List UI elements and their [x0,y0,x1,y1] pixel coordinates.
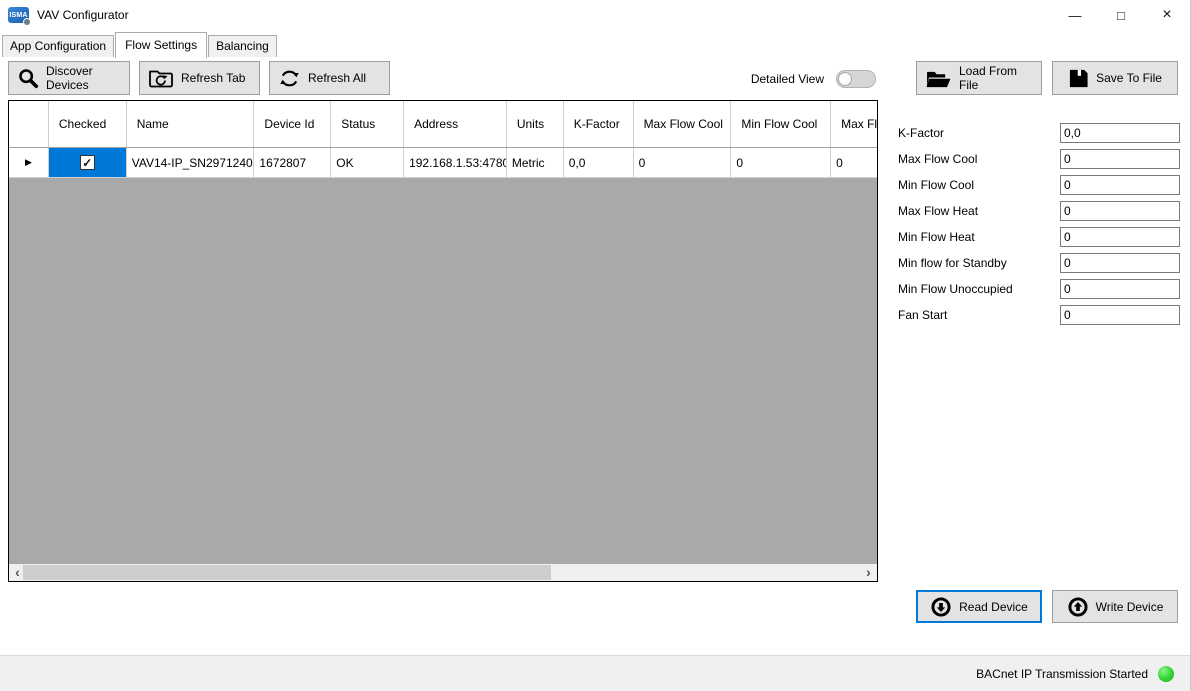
column-header-name[interactable]: Name [127,101,255,147]
toolbar: Discover Devices Refresh Tab [8,61,390,95]
column-header-min-flow-cool[interactable]: Min Flow Cool [731,101,831,147]
upload-circle-icon [1067,596,1089,618]
window-controls: — □ × [1052,0,1190,30]
discover-devices-label: Discover Devices [46,64,121,92]
device-id-cell[interactable]: 1672807 [254,148,331,177]
read-device-button[interactable]: Read Device [916,590,1042,623]
fan-start-label: Fan Start [898,308,1060,322]
write-device-label: Write Device [1096,600,1164,614]
search-icon [17,67,39,89]
scroll-right-icon[interactable]: › [860,564,877,581]
min-flow-standby-field[interactable] [1060,253,1180,273]
detailed-view-toggle[interactable] [836,70,876,88]
save-to-file-label: Save To File [1096,71,1162,85]
name-cell[interactable]: VAV14-IP_SN2971240039 [127,148,255,177]
form-row-min-flow-standby: Min flow for Standby [898,252,1180,274]
app-logo-icon: ISMA [8,7,29,23]
current-row-pointer-icon: ▶ [25,158,32,167]
connection-status-icon [1158,666,1174,682]
tab-app-configuration[interactable]: App Configuration [2,35,114,57]
grid-corner-header [9,101,49,147]
form-row-fan-start: Fan Start [898,304,1180,326]
save-to-file-button[interactable]: Save To File [1052,61,1178,95]
column-header-checked[interactable]: Checked [49,101,127,147]
min-flow-heat-label: Min Flow Heat [898,230,1060,244]
column-header-status[interactable]: Status [331,101,404,147]
refresh-all-label: Refresh All [308,71,366,85]
close-button[interactable]: × [1144,0,1190,30]
min-flow-unoccupied-field[interactable] [1060,279,1180,299]
row-header-cell[interactable]: ▶ [9,148,49,177]
tab-flow-settings[interactable]: Flow Settings [115,32,207,58]
toggle-knob-icon [838,72,852,86]
titlebar: ISMA VAV Configurator — □ × [0,0,1190,30]
status-text: BACnet IP Transmission Started [976,667,1148,681]
form-row-min-flow-heat: Min Flow Heat [898,226,1180,248]
logo-text: ISMA [9,12,27,19]
grid-header-row: Checked Name Device Id Status Address Un… [9,101,877,148]
detailed-view-group: Detailed View [690,68,876,90]
table-row[interactable]: ▶ ✓ VAV14-IP_SN2971240039 1672807 OK 192… [9,148,877,178]
max-flow-heat-label: Max Flow Heat [898,204,1060,218]
download-circle-icon [930,596,952,618]
load-from-file-button[interactable]: Load From File [916,61,1042,95]
checked-cell[interactable]: ✓ [49,148,127,177]
max-flow-cool-cell[interactable]: 0 [634,148,732,177]
read-device-label: Read Device [959,600,1028,614]
fan-start-field[interactable] [1060,305,1180,325]
form-row-min-flow-unoccupied: Min Flow Unoccupied [898,278,1180,300]
min-flow-standby-label: Min flow for Standby [898,256,1060,270]
load-from-file-label: Load From File [959,64,1033,92]
flow-settings-form: K-Factor Max Flow Cool Min Flow Cool Max… [898,122,1180,330]
grid-empty-area [9,178,877,564]
refresh-all-button[interactable]: Refresh All [269,61,390,95]
discover-devices-button[interactable]: Discover Devices [8,61,130,95]
status-cell[interactable]: OK [331,148,404,177]
max-flow-heat-cell[interactable]: 0 [831,148,877,177]
maximize-button[interactable]: □ [1098,0,1144,30]
tab-balancing[interactable]: Balancing [208,35,277,57]
min-flow-cool-cell[interactable]: 0 [731,148,831,177]
device-grid: Checked Name Device Id Status Address Un… [8,100,878,582]
folder-refresh-icon [148,67,174,89]
column-header-device-id[interactable]: Device Id [254,101,331,147]
tab-strip: App Configuration Flow Settings Balancin… [2,31,278,57]
form-row-max-flow-cool: Max Flow Cool [898,148,1180,170]
address-cell[interactable]: 192.168.1.53:47808 [404,148,507,177]
form-row-max-flow-heat: Max Flow Heat [898,200,1180,222]
k-factor-cell[interactable]: 0,0 [564,148,634,177]
horizontal-scrollbar[interactable]: ‹ › [9,564,877,581]
app-window: ISMA VAV Configurator — □ × App Configur… [0,0,1191,691]
max-flow-cool-field[interactable] [1060,149,1180,169]
k-factor-field[interactable] [1060,123,1180,143]
scrollbar-thumb[interactable] [23,565,551,580]
open-folder-icon [925,68,952,89]
min-flow-unoccupied-label: Min Flow Unoccupied [898,282,1060,296]
max-flow-cool-label: Max Flow Cool [898,152,1060,166]
min-flow-cool-label: Min Flow Cool [898,178,1060,192]
refresh-tab-button[interactable]: Refresh Tab [139,61,260,95]
units-cell[interactable]: Metric [507,148,564,177]
save-disk-icon [1068,68,1089,89]
column-header-max-flow-heat[interactable]: Max Flo [831,101,877,147]
window-title: VAV Configurator [37,8,129,22]
minimize-button[interactable]: — [1052,0,1098,30]
form-row-min-flow-cool: Min Flow Cool [898,174,1180,196]
max-flow-heat-field[interactable] [1060,201,1180,221]
form-row-k-factor: K-Factor [898,122,1180,144]
check-icon: ✓ [82,157,92,169]
column-header-max-flow-cool[interactable]: Max Flow Cool [634,101,732,147]
detailed-view-label: Detailed View [751,72,824,86]
device-checkbox[interactable]: ✓ [80,155,95,170]
min-flow-heat-field[interactable] [1060,227,1180,247]
refresh-tab-label: Refresh Tab [181,71,245,85]
status-bar: BACnet IP Transmission Started [0,655,1190,691]
write-device-button[interactable]: Write Device [1052,590,1178,623]
column-header-address[interactable]: Address [404,101,507,147]
refresh-all-icon [278,67,301,90]
column-header-k-factor[interactable]: K-Factor [564,101,634,147]
k-factor-label: K-Factor [898,126,1060,140]
min-flow-cool-field[interactable] [1060,175,1180,195]
column-header-units[interactable]: Units [507,101,564,147]
